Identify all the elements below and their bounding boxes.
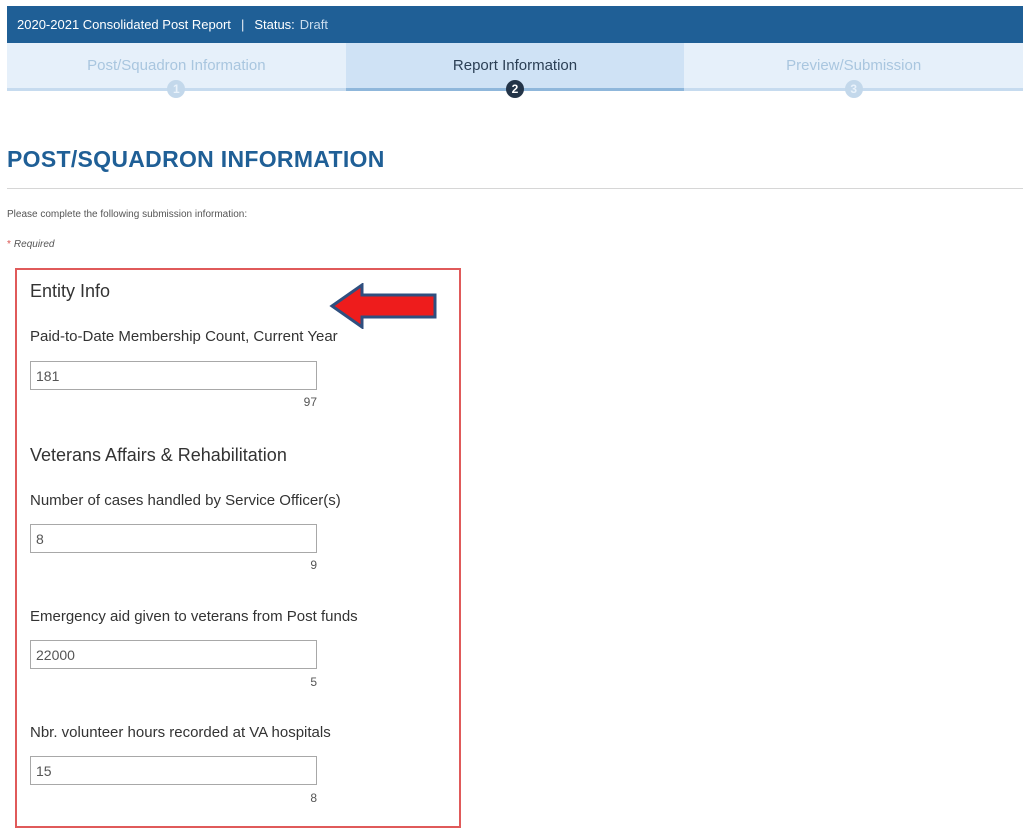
emergency-aid-previous-value: 5 <box>310 675 317 689</box>
step-label: Report Information <box>452 57 578 74</box>
required-label: Required <box>13 239 55 250</box>
status-value: Draft <box>299 17 328 32</box>
service-officer-cases-input[interactable] <box>30 524 317 553</box>
membership-count-input[interactable] <box>30 361 317 390</box>
report-title: 2020-2021 Consolidated Post Report <box>17 17 231 32</box>
volunteer-hours-label: Nbr. volunteer hours recorded at VA hosp… <box>30 724 331 741</box>
section-heading-entity-info: Entity Info <box>30 281 111 301</box>
required-star: * <box>7 239 11 250</box>
step-preview-submission[interactable]: Preview/Submission 3 <box>684 43 1023 98</box>
cases-previous-value: 9 <box>310 558 317 572</box>
volunteer-hours-input[interactable] <box>30 756 317 785</box>
step-report-information[interactable]: Report Information 2 <box>345 43 685 98</box>
required-note: * Required <box>7 239 55 250</box>
step-number-badge: 3 <box>844 80 863 98</box>
header-separator: | <box>240 17 245 32</box>
step-number-badge: 1 <box>167 80 186 98</box>
red-arrow-annotation <box>329 283 437 329</box>
membership-count-label: Paid-to-Date Membership Count, Current Y… <box>30 328 338 345</box>
wizard-steps: Post/Squadron Information 1 Report Infor… <box>7 43 1023 98</box>
step-label: Post/Squadron Information <box>87 57 266 74</box>
step-label: Preview/Submission <box>786 57 922 74</box>
service-officer-cases-label: Number of cases handled by Service Offic… <box>30 492 341 509</box>
emergency-aid-label: Emergency aid given to veterans from Pos… <box>30 608 358 625</box>
step-post-squadron-information[interactable]: Post/Squadron Information 1 <box>7 43 346 98</box>
instructions-text: Please complete the following submission… <box>7 209 248 220</box>
title-divider <box>7 188 1023 189</box>
status-label: Status: <box>254 17 295 32</box>
report-header-bar: 2020-2021 Consolidated Post Report | Sta… <box>7 6 1023 43</box>
arrow-shape <box>329 283 437 329</box>
page-title: POST/SQUADRON INFORMATION <box>7 146 385 172</box>
volunteer-hours-previous-value: 8 <box>310 791 317 805</box>
step-number-badge: 2 <box>506 80 524 98</box>
membership-previous-value: 97 <box>303 395 317 409</box>
emergency-aid-input[interactable] <box>30 640 317 669</box>
section-heading-veterans-affairs: Veterans Affairs & Rehabilitation <box>30 445 287 465</box>
